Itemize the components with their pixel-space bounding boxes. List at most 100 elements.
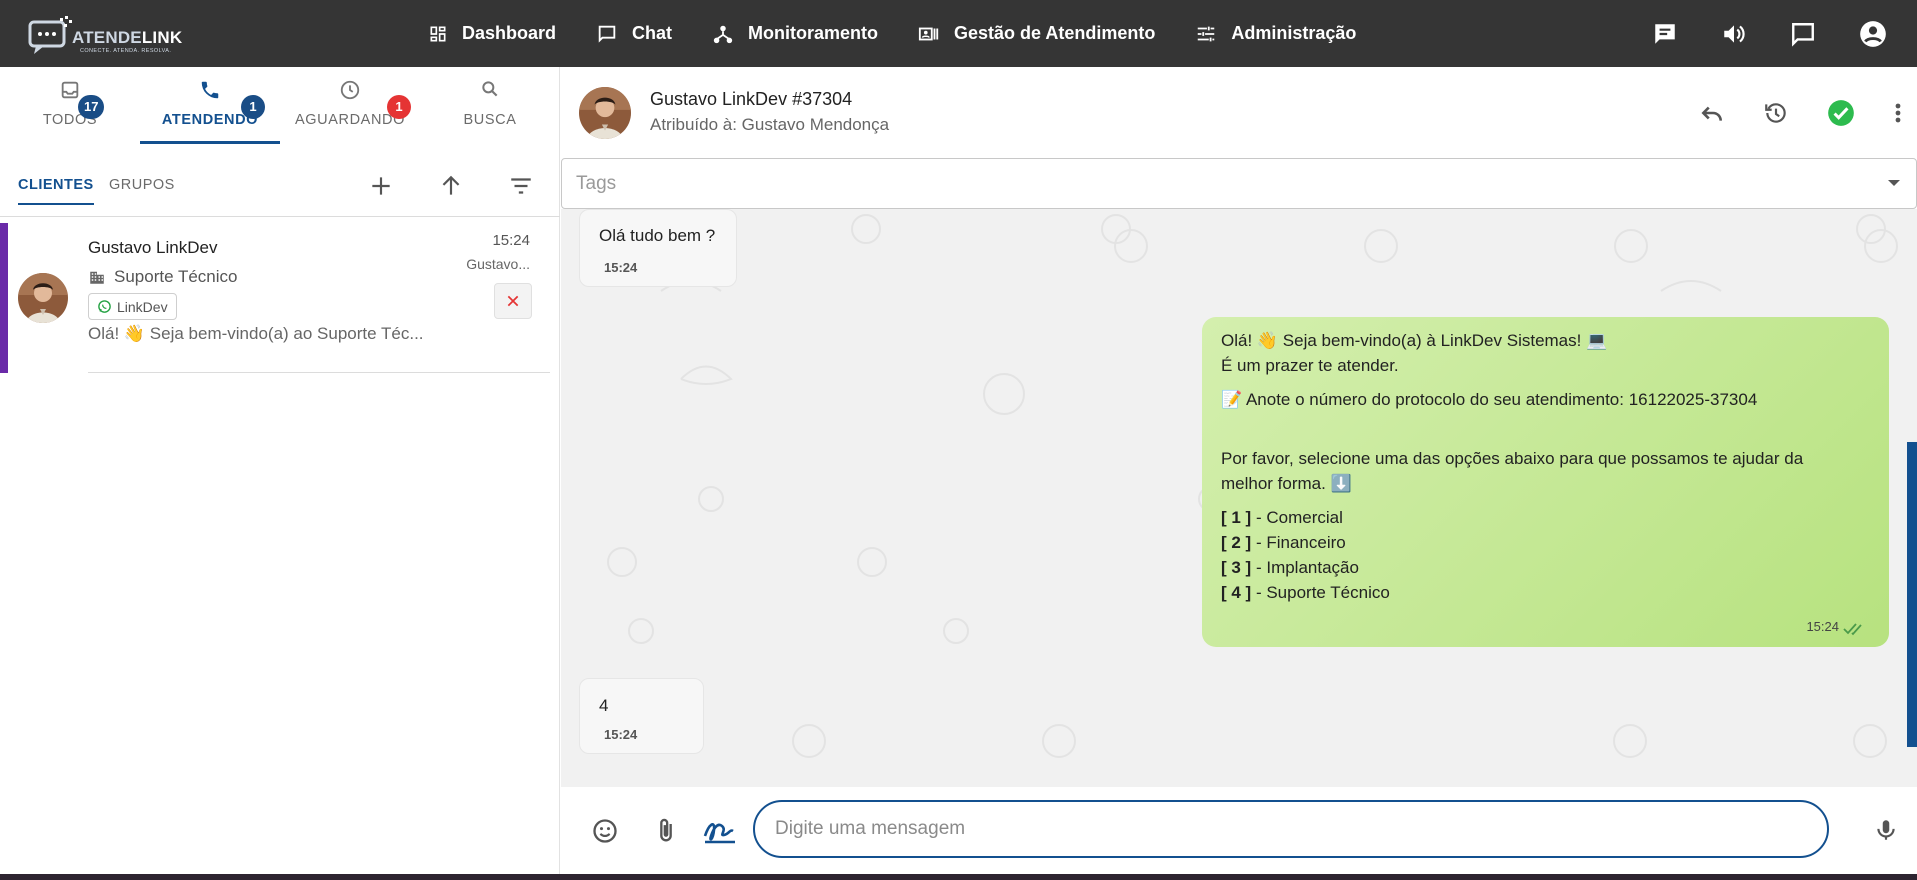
messages-icon xyxy=(1655,23,1675,44)
undo-icon xyxy=(1701,106,1722,121)
filter-icon xyxy=(511,178,531,194)
chat-bubble-icon xyxy=(598,25,616,43)
ticket-contact-name: Gustavo LinkDev xyxy=(88,238,218,257)
message-incoming[interactable]: 4 15:24 xyxy=(579,678,704,754)
subtab-clientes[interactable]: CLIENTES xyxy=(18,177,94,205)
account-button[interactable] xyxy=(1859,20,1887,48)
message-line: Olá! 👋 Seja bem-vindo(a) à LinkDev Siste… xyxy=(1221,331,1608,350)
chat-header: Gustavo LinkDev #37304 Atribuído à: Gust… xyxy=(561,67,1917,158)
ticket-item[interactable]: Gustavo LinkDev Suporte Técnico LinkDev … xyxy=(0,223,550,373)
chevron-down-icon xyxy=(1888,180,1900,186)
option-key: [ 3 ] xyxy=(1221,558,1252,577)
paperclip-icon xyxy=(660,818,672,842)
tags-placeholder: Tags xyxy=(576,173,617,194)
inbox-icon xyxy=(61,81,79,99)
message-line: melhor forma. ⬇️ xyxy=(1221,474,1352,493)
message-input-wrapper xyxy=(753,800,1829,858)
ticket-queue: Suporte Técnico xyxy=(88,267,237,287)
ticket-tabs: TODOS 17 ATENDENDO 1 AGUARDANDO 1 BUSCA xyxy=(0,67,560,144)
message-text: 4 xyxy=(599,696,609,715)
emoji-icon xyxy=(593,819,617,843)
hub-icon xyxy=(713,25,733,43)
logo-text: ATENDELINK xyxy=(72,28,183,47)
filter-button[interactable] xyxy=(508,173,534,204)
queue-management-icon xyxy=(918,27,939,40)
tab-todos[interactable]: TODOS 17 xyxy=(0,67,140,143)
tab-busca[interactable]: BUSCA xyxy=(420,67,560,143)
message-line: 📝 Anote o número do protocolo do seu ate… xyxy=(1221,390,1758,409)
message-incoming[interactable]: Olá tudo bem ? 15:24 xyxy=(579,209,737,287)
tickets-panel: TODOS 17 ATENDENDO 1 AGUARDANDO 1 BUSCA … xyxy=(0,67,560,877)
search-icon xyxy=(482,81,498,97)
top-actions xyxy=(1609,0,1887,67)
message-time: 15:24 xyxy=(604,260,638,275)
message-line: Por favor, selecione uma das opções abai… xyxy=(1221,449,1804,468)
whatsapp-icon xyxy=(98,300,111,313)
tune-icon xyxy=(1198,26,1215,41)
app-logo[interactable]: ATENDELINK CONECTE. ATENDA. RESOLVA. xyxy=(28,14,182,56)
message-input[interactable] xyxy=(773,802,1813,856)
message-time: 15:24 xyxy=(1806,619,1839,634)
tab-atendendo[interactable]: ATENDENDO 1 xyxy=(140,67,280,144)
scrollbar[interactable] xyxy=(1907,442,1917,747)
resolve-ticket-button[interactable] xyxy=(1827,99,1855,127)
message-text: Olá tudo bem ? xyxy=(599,226,716,245)
attach-button[interactable] xyxy=(652,817,680,850)
more-vert-icon xyxy=(1895,103,1901,122)
close-ticket-button[interactable] xyxy=(494,283,532,319)
chat-actions xyxy=(1699,67,1917,158)
feedback-button[interactable] xyxy=(1790,21,1816,47)
phone-icon xyxy=(201,81,219,99)
messages-area[interactable]: Olá tudo bem ? 15:24 Olá! 👋 Seja bem-vin… xyxy=(561,209,1917,787)
nav-label: Dashboard xyxy=(462,23,557,43)
menu-option: [ 1 ] - Comercial xyxy=(1221,508,1343,528)
volume-button[interactable] xyxy=(1721,21,1747,47)
option-key: [ 1 ] xyxy=(1221,508,1252,527)
tags-select[interactable]: Tags xyxy=(561,158,1917,209)
feedback-icon xyxy=(1792,22,1814,47)
record-audio-button[interactable] xyxy=(1873,816,1899,849)
tab-badge: 1 xyxy=(387,95,411,119)
ticket-last-message: Olá! 👋 Seja bem-vindo(a) ao Suporte Téc.… xyxy=(88,324,424,343)
avatar[interactable] xyxy=(579,87,631,139)
building-icon xyxy=(90,271,104,284)
window-bottom-edge xyxy=(0,874,1917,880)
subtab-grupos[interactable]: GRUPOS xyxy=(109,177,175,193)
signature-button[interactable] xyxy=(703,816,737,851)
option-label: - Financeiro xyxy=(1251,533,1346,552)
option-key: [ 2 ] xyxy=(1221,533,1252,552)
microphone-icon xyxy=(1877,820,1895,840)
channel-label: LinkDev xyxy=(117,298,168,315)
message-composer xyxy=(561,787,1917,877)
more-options-button[interactable] xyxy=(1893,100,1903,126)
history-button[interactable] xyxy=(1763,100,1789,126)
menu-option: [ 4 ] - Suporte Técnico xyxy=(1221,583,1390,603)
ticket-assignee: Gustavo... xyxy=(466,256,530,272)
nav-label: Gestão de Atendimento xyxy=(954,23,1156,43)
messages-button[interactable] xyxy=(1652,21,1678,47)
channel-chip: LinkDev xyxy=(88,293,177,320)
nav-gestao-atendimento[interactable]: Gestão de Atendimento xyxy=(918,23,1155,45)
nav-monitoramento[interactable]: Monitoramento xyxy=(712,23,878,45)
avatar xyxy=(18,273,68,323)
emoji-button[interactable] xyxy=(591,817,619,850)
add-ticket-button[interactable] xyxy=(368,173,394,204)
nav-label: Administração xyxy=(1231,23,1357,43)
plus-icon xyxy=(372,177,390,195)
main-nav: Dashboard Chat Monitoramento Gestão de A… xyxy=(428,0,1396,67)
message-outgoing[interactable]: Olá! 👋 Seja bem-vindo(a) à LinkDev Siste… xyxy=(1202,317,1889,647)
nav-chat[interactable]: Chat xyxy=(596,23,672,45)
option-key: [ 4 ] xyxy=(1221,583,1252,602)
nav-administracao[interactable]: Administração xyxy=(1195,23,1356,45)
account-icon xyxy=(1860,20,1886,47)
divider xyxy=(88,372,550,373)
return-ticket-button[interactable] xyxy=(1699,100,1725,126)
sort-button[interactable] xyxy=(438,173,464,204)
option-label: - Implantação xyxy=(1251,558,1359,577)
dashboard-icon xyxy=(430,26,446,41)
history-icon xyxy=(1765,102,1786,123)
menu-option: [ 2 ] - Financeiro xyxy=(1221,533,1346,553)
nav-dashboard[interactable]: Dashboard xyxy=(428,23,556,44)
tab-label: TODOS xyxy=(42,112,98,128)
tab-aguardando[interactable]: AGUARDANDO 1 xyxy=(280,67,420,143)
